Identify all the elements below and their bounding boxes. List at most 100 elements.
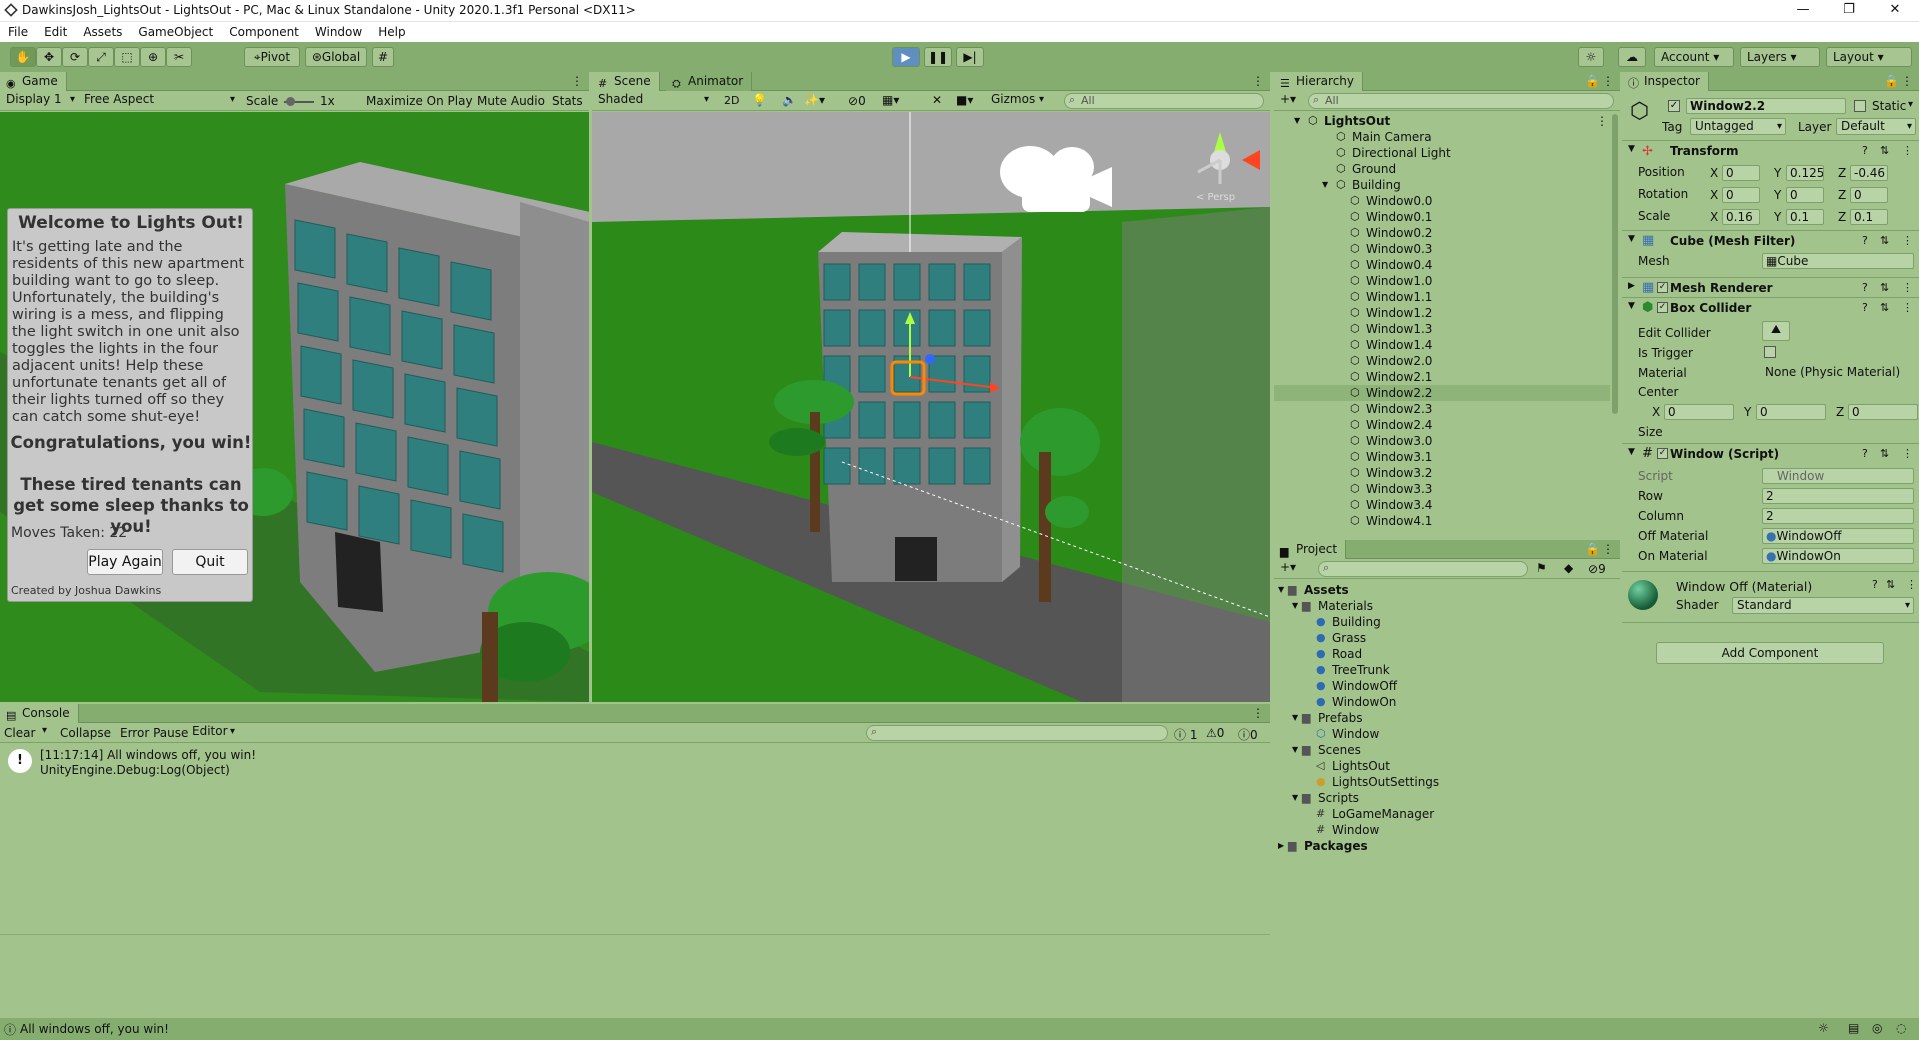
hierarchy-item[interactable]: ⬡ Window1.2 [1274, 305, 1610, 321]
tab-console[interactable]: ▤ Console [0, 704, 79, 723]
component-menu-icon[interactable]: ⋮ [1902, 301, 1913, 314]
expand-arrow-icon[interactable]: ▶ [1278, 838, 1284, 854]
project-lock-icon[interactable]: 🔒 [1585, 542, 1600, 556]
inspector-menu-icon[interactable]: ⋮ [1901, 74, 1913, 88]
hierarchy-item[interactable]: ⬡ Window3.4 [1274, 497, 1610, 513]
tab-animator[interactable]: ⛭ Animator [666, 72, 753, 91]
axis-y-field[interactable]: 0 [1756, 404, 1826, 420]
hierarchy-item[interactable]: ▼ ⬡ Building [1274, 177, 1610, 193]
material-menu-icon[interactable]: ⋮ [1906, 578, 1917, 591]
project-item[interactable]: ● Road [1274, 646, 1620, 662]
layer-dropdown[interactable]: Default [1836, 118, 1916, 135]
hierarchy-item[interactable]: ⬡ Window3.1 [1274, 449, 1610, 465]
layers-dropdown[interactable]: Layers ▾ [1740, 47, 1820, 67]
scene-viewport[interactable]: < Persp [592, 112, 1270, 702]
game-viewport[interactable]: Welcome to Lights Out! It's getting late… [0, 112, 589, 702]
layout-dropdown[interactable]: Layout ▾ [1826, 47, 1912, 67]
hierarchy-scrollbar[interactable] [1610, 112, 1620, 538]
component-menu-icon[interactable]: ⋮ [1902, 144, 1913, 157]
hierarchy-item[interactable]: ⬡ Window0.0 [1274, 193, 1610, 209]
scene-panel-menu-icon[interactable]: ⋮ [1252, 74, 1264, 88]
scale-tool-button[interactable]: ⤢ [88, 47, 114, 67]
scale-slider-handle[interactable] [286, 97, 295, 106]
physic-material-field[interactable]: None (Physic Material) [1762, 365, 1914, 381]
axis-y-field[interactable]: 0.1 [1786, 209, 1824, 225]
help-icon[interactable]: ? [1862, 234, 1868, 247]
editor-dropdown[interactable]: Editor [188, 724, 238, 741]
window-script-header[interactable]: ▼ # ✓ Window (Script)? ⇅ ⋮ [1622, 443, 1919, 463]
help-icon[interactable]: ? [1862, 447, 1868, 460]
mute-audio-toggle[interactable]: Mute Audio [477, 94, 545, 108]
hidden-packages-icon[interactable]: ⊘9 [1588, 562, 1606, 576]
add-component-button[interactable]: Add Component [1656, 642, 1884, 664]
axis-x-field[interactable]: 0.16 [1722, 209, 1760, 225]
move-tool-button[interactable]: ✥ [36, 47, 62, 67]
warning-count-toggle[interactable]: ⚠0 [1206, 726, 1224, 740]
collab-status-icon[interactable]: ◎ [1872, 1021, 1882, 1035]
clear-button[interactable]: Clear [4, 726, 35, 740]
project-menu-icon[interactable]: ⋮ [1602, 542, 1614, 556]
menu-help[interactable]: Help [370, 22, 413, 42]
log-count-toggle[interactable]: ⓘ 1 [1174, 726, 1197, 743]
axis-y-field[interactable]: 0 [1786, 187, 1824, 203]
help-icon[interactable]: ? [1862, 281, 1868, 294]
aspect-dropdown[interactable]: Free Aspect [80, 92, 238, 109]
display-dropdown[interactable]: Display 1 [2, 92, 78, 109]
error-pause-toggle[interactable]: Error Pause [120, 726, 188, 740]
menu-file[interactable]: File [0, 22, 36, 42]
project-item[interactable]: ◁ LightsOut [1274, 758, 1620, 774]
collapse-toggle[interactable]: Collapse [60, 726, 111, 740]
mesh-filter-header[interactable]: ▼ ▦ Cube (Mesh Filter)? ⇅ ⋮ [1622, 230, 1919, 250]
material-help-icon[interactable]: ? [1872, 578, 1878, 591]
cache-server-icon[interactable]: ▤ [1848, 1021, 1859, 1035]
persp-label[interactable]: < Persp [1196, 192, 1235, 203]
search-by-label-icon[interactable]: ◆ [1564, 561, 1573, 575]
inspector-lock-icon[interactable]: 🔒 [1884, 74, 1899, 88]
expand-arrow-icon[interactable]: ▼ [1278, 582, 1284, 598]
shader-dropdown[interactable]: Standard [1732, 597, 1914, 614]
grid-toggle-icon[interactable]: ▦▾ [882, 93, 899, 107]
menu-edit[interactable]: Edit [36, 22, 75, 42]
tab-project[interactable]: ▆ Project [1274, 540, 1347, 559]
transform-header[interactable]: ▼ ✢ Transform? ⇅ ⋮ [1622, 140, 1919, 160]
hierarchy-item[interactable]: ⬡ Window2.0 [1274, 353, 1610, 369]
axis-z-field[interactable]: -0.46 [1850, 165, 1888, 181]
mesh-renderer-header[interactable]: ▶ ▦ ✓ Mesh Renderer? ⇅ ⋮ [1622, 277, 1919, 297]
error-count-toggle[interactable]: ⓘ0 [1238, 726, 1258, 743]
status-message[interactable]: All windows off, you win! [20, 1022, 169, 1036]
active-checkbox[interactable]: ✓ [1668, 100, 1680, 112]
hierarchy-item[interactable]: ⬡ Main Camera [1274, 129, 1610, 145]
help-icon[interactable]: ? [1862, 301, 1868, 314]
hierarchy-item[interactable]: ⬡ Window0.3 [1274, 241, 1610, 257]
hierarchy-item[interactable]: ▼ ⬡ LightsOut ⋮ [1274, 113, 1610, 129]
menu-assets[interactable]: Assets [75, 22, 130, 42]
play-again-button[interactable]: Play Again [87, 549, 163, 575]
box-collider-header[interactable]: ▼ ⬢ ✓ Box Collider? ⇅ ⋮ [1622, 297, 1919, 317]
custom-tool-button[interactable]: ✂ [166, 47, 192, 67]
project-item[interactable]: ● Building [1274, 614, 1620, 630]
clear-options-icon[interactable]: ▾ [42, 725, 47, 736]
camera-dropdown-icon[interactable]: ■▾ [956, 93, 973, 107]
expand-arrow-icon[interactable]: ▼ [1292, 598, 1298, 614]
presets-icon[interactable]: ⇅ [1880, 301, 1889, 314]
tab-game[interactable]: ◉ Game [0, 72, 67, 91]
minimize-button[interactable]: — [1780, 0, 1826, 22]
script-enabled-checkbox[interactable]: ✓ [1657, 448, 1668, 459]
search-by-type-icon[interactable]: ⚑ [1536, 561, 1547, 575]
presets-icon[interactable]: ⇅ [1880, 447, 1889, 460]
project-create-button[interactable]: +▾ [1280, 560, 1296, 574]
global-toggle[interactable]: ⊛Global [305, 47, 367, 67]
shading-dropdown[interactable]: Shaded [594, 92, 712, 109]
expand-arrow-icon[interactable]: ▼ [1294, 113, 1300, 129]
hierarchy-item[interactable]: ⬡ Window2.3 [1274, 401, 1610, 417]
project-item[interactable]: ▶ ▆ Packages [1274, 838, 1620, 854]
tab-scene[interactable]: # Scene [592, 72, 660, 91]
project-item[interactable]: ▼ ▆ Scenes [1274, 742, 1620, 758]
expand-arrow-icon[interactable]: ▼ [1322, 177, 1328, 193]
is-trigger-checkbox[interactable] [1764, 346, 1776, 358]
transform-tool-button[interactable]: ⊕ [140, 47, 166, 67]
expand-arrow-icon[interactable]: ▼ [1292, 742, 1298, 758]
project-item[interactable]: ● WindowOff [1274, 678, 1620, 694]
project-item[interactable]: # LoGameManager [1274, 806, 1620, 822]
progress-icon[interactable]: ◌ [1896, 1021, 1906, 1035]
